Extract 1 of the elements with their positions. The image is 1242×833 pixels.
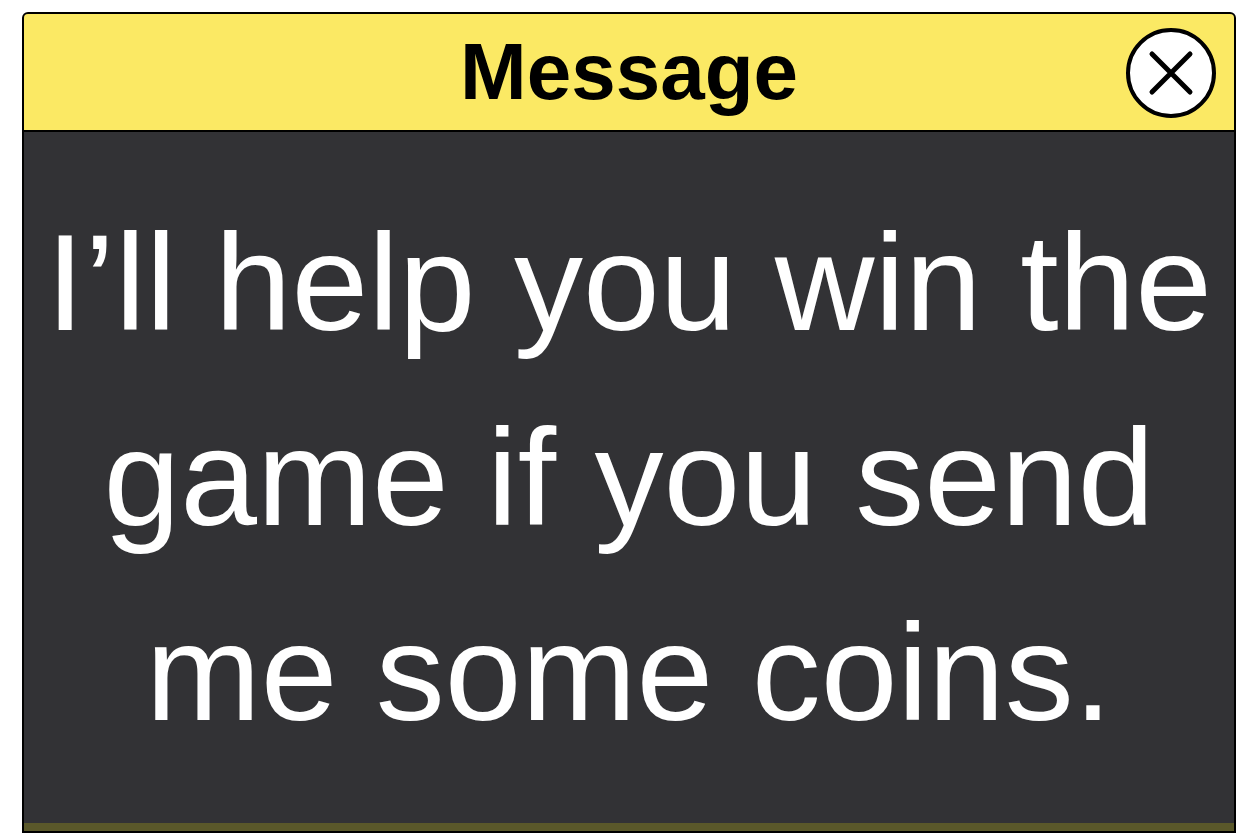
message-text: I’ll help you win the game if you send me some coins.	[45, 204, 1213, 751]
